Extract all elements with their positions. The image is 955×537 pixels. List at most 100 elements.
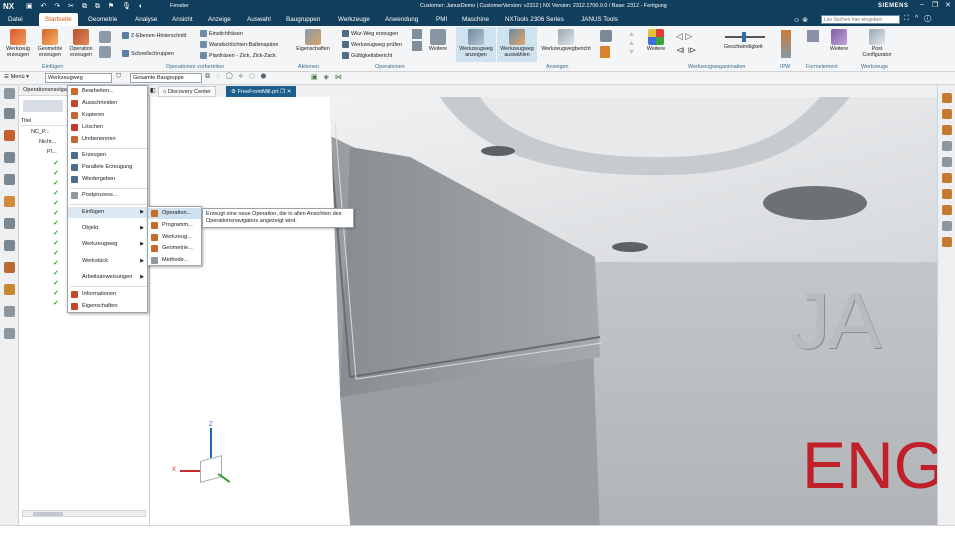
assembly-icon[interactable] [4,152,15,163]
transform-icon[interactable] [942,221,952,231]
window-controls-icon[interactable]: ⛶ ^ ⓘ [904,15,933,23]
machine-tool-icon[interactable] [4,196,15,207]
constraint-icon[interactable] [4,174,15,185]
check-icon[interactable] [942,205,952,215]
machine-icon[interactable] [942,109,952,119]
werkzeugwegbericht-button[interactable]: Werkzeugwegbericht [538,29,594,52]
quick-access-icons[interactable]: ▣ ↶ ↷ ✂ ⧉ ⧉ ⚑ 🎙 ◐ [26,2,146,11]
filter-icon[interactable]: ⛉ [116,73,121,81]
hd3d-icon[interactable] [4,240,15,251]
roles-icon[interactable] [4,262,15,273]
display-tool-icon[interactable] [600,30,612,42]
animation-controls[interactable]: ◁ ▷ ⧏ ⧐ [676,29,720,61]
palette-icon[interactable] [4,328,15,339]
selection-tools-icon[interactable]: ⧉ ◌ ◯ ⟡ ⬡ ⬢ [205,73,268,81]
reuse-library-icon[interactable] [4,218,15,229]
graphics-window[interactable]: JA ENG Z X [150,97,937,525]
z-ebenen-button[interactable]: Z-Ebenen-Hinterschnitt [122,32,186,39]
menu-anzeige[interactable]: Anzeige [208,16,231,23]
planfraesen-button[interactable]: Planfräsen - Zick, Zick-Zack [200,52,276,59]
menu-ansicht[interactable]: Ansicht [172,16,193,23]
view-cube[interactable] [200,455,222,483]
gear-icon[interactable] [99,31,111,43]
window-menu[interactable]: Fenster [170,3,189,9]
weitere-formelement-button[interactable]: Weitere [826,29,852,52]
operations-extra-icon[interactable] [412,29,422,39]
gueltigkeitsbericht-button[interactable]: Gültigkeitsbericht [342,52,392,59]
clock-icon[interactable] [4,306,15,317]
minimize-icon[interactable]: – [920,1,924,8]
sub-operation[interactable]: Operation... [148,208,201,219]
scrollbar-thumb[interactable] [33,512,63,516]
tab-discovery-center[interactable]: ⌂ Discovery Center [158,86,216,97]
geometrie-erzeugen-button[interactable]: Geometrie erzeugen [35,29,65,58]
settings-icon[interactable] [4,88,15,99]
ctx-einfuegen[interactable]: Einfügen ▶ [68,207,147,218]
eigenschaften-button[interactable]: Eigenschaften [292,29,334,52]
tree-node-program[interactable]: NC_P... [31,129,50,135]
menu-startseite[interactable]: Startseite [39,13,78,26]
tab-menu-icon[interactable]: ◧ [150,87,156,94]
werkzeugweg-anzeigen-button[interactable]: Werkzeugweg anzeigen [456,27,496,62]
schnellschruppen-button[interactable]: Schnellschruppen [122,50,174,57]
speed-slider-handle[interactable] [742,32,746,42]
ctx-arbeitsanweisungen[interactable]: Arbeitsanweisungen ▶ [68,272,147,283]
menu-baugruppen[interactable]: Baugruppen [286,16,320,23]
tool-palette-icon[interactable] [942,93,952,103]
program-icon [151,222,158,229]
menu-nxtools[interactable]: NXTools 2306 Series [505,16,564,23]
tab-freefrommill[interactable]: ⚙ FreeFromMill.prt ❐ ✕ [226,86,297,97]
method-icon[interactable] [942,125,952,135]
copy-icon[interactable] [942,237,952,247]
view-triad[interactable]: Z X [172,422,252,492]
menu-analyse[interactable]: Analyse [135,16,157,23]
tool-holder-icon[interactable] [600,46,610,58]
menu-auswahl[interactable]: Auswahl [247,16,271,23]
menu-maschine[interactable]: Maschine [462,16,489,23]
einstichfraesen-button[interactable]: Einstichfräsen [200,30,243,37]
snap-tools-icon[interactable]: ▣ ◈ ⋈ [311,73,344,81]
type-filter-select[interactable]: Werkzeugweg [45,73,112,83]
tree-node-pi[interactable]: PI... [47,149,57,155]
menu-button[interactable]: ☰ Menü ▾ [4,74,29,80]
group-einfuegen: Einfügen [42,64,64,70]
wkz-weg-erzeugen-button[interactable]: Wkz-Weg erzeugen [342,30,398,37]
werkzeugweg-pruefen-button[interactable]: Werkzeugweg prüfen [342,41,402,48]
history-icon[interactable] [4,284,15,295]
feature-icon[interactable] [807,30,819,42]
stock-icon[interactable] [942,189,952,199]
menu-datei[interactable]: Datei [8,16,23,23]
tree-node-unused[interactable]: Nicht... [39,139,56,145]
layer-icon[interactable] [942,157,952,167]
post-configurator-button[interactable]: Post Configurator [856,29,898,58]
ctx-objekt[interactable]: Objekt ▶ [68,223,147,234]
close-icon[interactable]: ✕ [945,1,951,9]
operations-extra2-icon[interactable] [412,41,422,51]
program-icon[interactable] [942,141,952,151]
ipw-icon[interactable] [781,30,791,58]
fixture-icon[interactable] [942,173,952,183]
menu-geometrie[interactable]: Geometrie [88,16,117,23]
operation-navigator-icon[interactable] [4,130,15,141]
arrow-up-down-icon[interactable]: ▲ ▲ ▼ [628,30,636,60]
menu-anwendung[interactable]: Anwendung [385,16,418,23]
menu-janus-tools[interactable]: JANUS Tools [581,16,618,23]
ctx-werkzeugweg[interactable]: Werkzeugweg ▶ [68,239,147,250]
weitere-anzeigen-button[interactable]: Weitere [643,29,669,52]
restore-icon[interactable]: ❐ [932,1,938,9]
menu-werkzeuge[interactable]: Werkzeuge [338,16,370,23]
menu-pmi[interactable]: PMI [436,16,447,23]
scope-select[interactable]: Gesamte Baugruppe [130,73,202,83]
part-navigator-icon[interactable] [4,108,15,119]
weitere-operationen-button[interactable]: Weitere [426,29,450,52]
list-icon[interactable] [99,46,111,58]
navigator-toolbar-icon[interactable] [23,100,63,112]
ctx-werkstueck[interactable]: Werkstück ▶ [68,256,147,267]
wandschlichten-button[interactable]: Wandschlichten-Ballenspäne [200,41,278,48]
werkzeugweg-auswaehlen-button[interactable]: Werkzeugweg auswählen [497,27,537,62]
operation-erzeugen-button[interactable]: Operation erzeugen [66,29,96,58]
werkzeug-erzeugen-button[interactable]: Werkzeug erzeugen [4,29,32,58]
horizontal-scrollbar[interactable] [22,510,146,517]
help-icon[interactable]: ☺ ⊗ [793,16,808,24]
command-search-input[interactable] [821,15,900,24]
